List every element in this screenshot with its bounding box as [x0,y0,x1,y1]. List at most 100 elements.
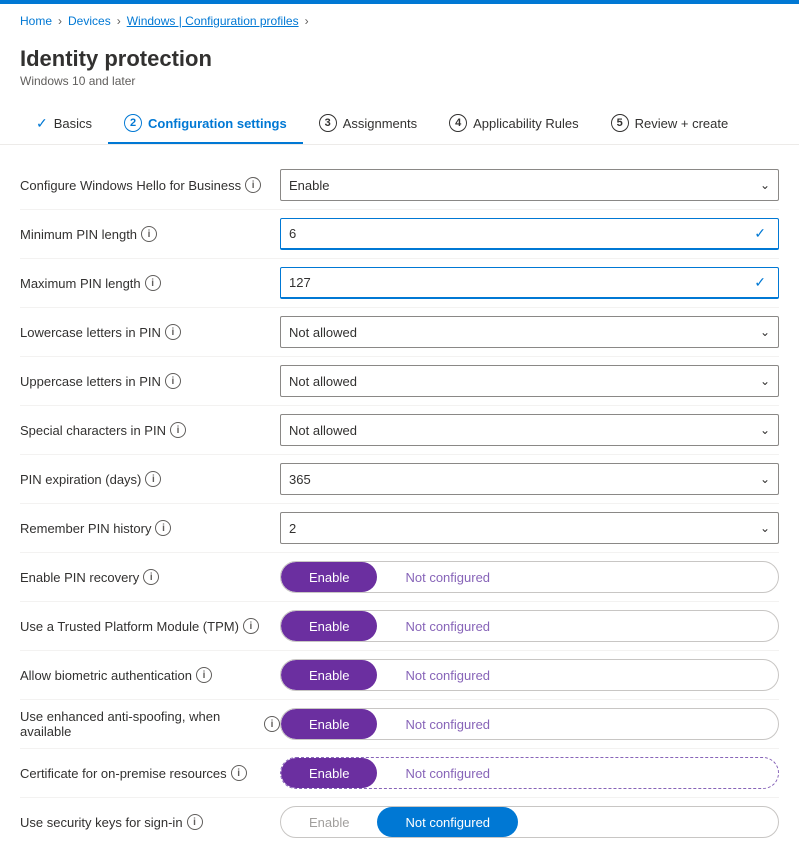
label-pin-recovery: Enable PIN recovery i [20,569,280,585]
form-content: Configure Windows Hello for Business i E… [0,145,799,862]
label-pin-history: Remember PIN history i [20,520,280,536]
row-special-chars: Special characters in PIN i Not allowed … [20,406,779,455]
control-min-pin: 6 ✓ [280,218,779,250]
toggle-enable-pin-recovery[interactable]: Enable [281,562,377,592]
chevron-down-icon-exp: ⌄ [760,472,770,486]
tab-review-number: 5 [611,114,629,132]
select-min-pin[interactable]: 6 ✓ [280,218,779,250]
info-icon-max-pin[interactable]: i [145,275,161,291]
info-icon-antispoofing[interactable]: i [264,716,280,732]
chevron-down-icon: ⌄ [760,178,770,192]
select-pin-history[interactable]: 2 ⌄ [280,512,779,544]
control-pin-history: 2 ⌄ [280,512,779,544]
control-tpm: Enable Not configured [280,610,779,642]
info-icon-tpm[interactable]: i [243,618,259,634]
toggle-tpm: Enable Not configured [280,610,779,642]
select-max-pin[interactable]: 127 ✓ [280,267,779,299]
page-header: Identity protection Windows 10 and later [0,38,799,104]
info-icon-configure[interactable]: i [245,177,261,193]
select-value-min-pin: 6 [289,226,754,241]
toggle-enable-onpremise[interactable]: Enable [281,758,377,788]
control-pin-expiration: 365 ⌄ [280,463,779,495]
info-icon-uppercase[interactable]: i [165,373,181,389]
info-icon-recovery[interactable]: i [143,569,159,585]
info-icon-onpremise[interactable]: i [231,765,247,781]
info-icon-securitykeys[interactable]: i [187,814,203,830]
select-pin-expiration[interactable]: 365 ⌄ [280,463,779,495]
tabs-bar: ✓ Basics 2 Configuration settings 3 Assi… [0,104,799,145]
breadcrumb-sep2: › [117,14,121,28]
toggle-notconfig-biometric[interactable]: Not configured [377,660,518,690]
label-uppercase: Uppercase letters in PIN i [20,373,280,389]
toggle-notconfig-tpm[interactable]: Not configured [377,611,518,641]
toggle-enable-antispoofing[interactable]: Enable [281,709,377,739]
info-icon-expiration[interactable]: i [145,471,161,487]
row-on-premise: Certificate for on-premise resources i E… [20,749,779,798]
tab-config-settings[interactable]: 2 Configuration settings [108,104,303,144]
chevron-down-icon-uc: ⌄ [760,374,770,388]
control-biometric: Enable Not configured [280,659,779,691]
row-max-pin: Maximum PIN length i 127 ✓ [20,259,779,308]
row-tpm: Use a Trusted Platform Module (TPM) i En… [20,602,779,651]
tab-review-label: Review + create [635,116,729,131]
tab-review[interactable]: 5 Review + create [595,104,745,144]
label-anti-spoofing: Use enhanced anti-spoofing, when availab… [20,709,280,739]
toggle-biometric: Enable Not configured [280,659,779,691]
control-security-keys: Enable Not configured [280,806,779,838]
tab-config-number: 2 [124,114,142,132]
row-pin-history: Remember PIN history i 2 ⌄ [20,504,779,553]
select-value-history: 2 [289,521,760,536]
row-anti-spoofing: Use enhanced anti-spoofing, when availab… [20,700,779,749]
select-value-max-pin: 127 [289,275,754,290]
info-icon-special[interactable]: i [170,422,186,438]
breadcrumb-config-profiles[interactable]: Windows | Configuration profiles [127,14,299,28]
info-icon-biometric[interactable]: i [196,667,212,683]
page-title: Identity protection [20,46,779,72]
toggle-notconfig-securitykeys[interactable]: Not configured [377,807,518,837]
select-special-chars[interactable]: Not allowed ⌄ [280,414,779,446]
breadcrumb-devices[interactable]: Devices [68,14,111,28]
select-value-lowercase: Not allowed [289,325,760,340]
info-icon-history[interactable]: i [155,520,171,536]
control-on-premise: Enable Not configured [280,757,779,789]
toggle-enable-biometric[interactable]: Enable [281,660,377,690]
tab-config-label: Configuration settings [148,116,287,131]
row-uppercase: Uppercase letters in PIN i Not allowed ⌄ [20,357,779,406]
tab-applicability[interactable]: 4 Applicability Rules [433,104,595,144]
toggle-enable-tpm[interactable]: Enable [281,611,377,641]
page-subtitle: Windows 10 and later [20,74,779,88]
chevron-down-icon-sc: ⌄ [760,423,770,437]
tab-app-number: 4 [449,114,467,132]
select-value-uppercase: Not allowed [289,374,760,389]
label-tpm: Use a Trusted Platform Module (TPM) i [20,618,280,634]
toggle-on-premise: Enable Not configured [280,757,779,789]
tab-assignments-label: Assignments [343,116,417,131]
row-configure-windows-hello: Configure Windows Hello for Business i E… [20,161,779,210]
breadcrumb: Home › Devices › Windows | Configuration… [0,4,799,38]
breadcrumb-sep3: › [305,14,309,28]
info-icon-lowercase[interactable]: i [165,324,181,340]
control-lowercase: Not allowed ⌄ [280,316,779,348]
select-value-configure: Enable [289,178,760,193]
tab-check-icon: ✓ [36,115,48,132]
toggle-security-keys: Enable Not configured [280,806,779,838]
row-security-keys: Use security keys for sign-in i Enable N… [20,798,779,846]
row-lowercase: Lowercase letters in PIN i Not allowed ⌄ [20,308,779,357]
info-icon-min-pin[interactable]: i [141,226,157,242]
toggle-notconfig-antispoofing[interactable]: Not configured [377,709,518,739]
toggle-notconfig-pin-recovery[interactable]: Not configured [377,562,518,592]
label-min-pin: Minimum PIN length i [20,226,280,242]
toggle-notconfig-onpremise[interactable]: Not configured [377,758,518,788]
select-uppercase[interactable]: Not allowed ⌄ [280,365,779,397]
chevron-down-icon-hist: ⌄ [760,521,770,535]
select-value-expiration: 365 [289,472,760,487]
toggle-enable-securitykeys[interactable]: Enable [281,807,377,837]
select-lowercase[interactable]: Not allowed ⌄ [280,316,779,348]
select-configure-windows-hello[interactable]: Enable ⌄ [280,169,779,201]
tab-assignments[interactable]: 3 Assignments [303,104,433,144]
tab-basics[interactable]: ✓ Basics [20,105,108,144]
check-icon-max-pin: ✓ [754,274,766,291]
breadcrumb-home[interactable]: Home [20,14,52,28]
breadcrumb-sep1: › [58,14,62,28]
control-max-pin: 127 ✓ [280,267,779,299]
